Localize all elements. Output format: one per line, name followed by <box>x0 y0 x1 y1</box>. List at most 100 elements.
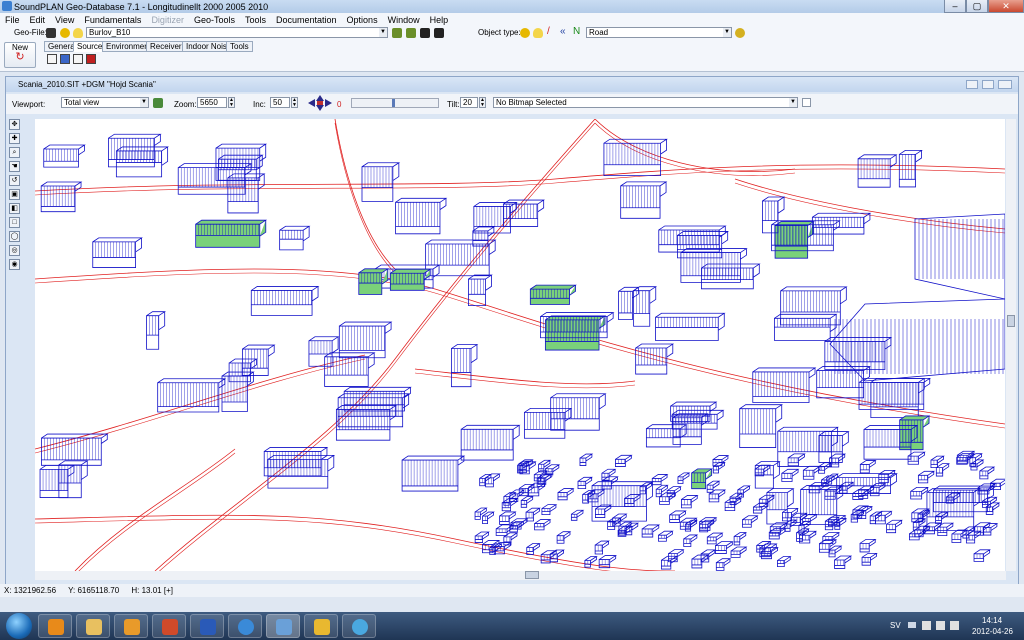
menu-documentation[interactable]: Documentation <box>271 15 342 25</box>
gear-icon[interactable] <box>735 28 745 38</box>
hand-icon[interactable]: ☚ <box>9 161 20 172</box>
menu-window[interactable]: Window <box>383 15 425 25</box>
vertical-scroll-thumb[interactable] <box>1007 315 1015 327</box>
building-outline <box>587 489 606 503</box>
tilt-input[interactable]: 20 <box>460 97 478 108</box>
tray-network-icon[interactable] <box>922 621 931 630</box>
language-indicator[interactable]: SV <box>890 621 901 630</box>
taskbar-media-player[interactable] <box>38 614 72 638</box>
building-outline <box>482 511 495 524</box>
taskbar-explorer[interactable] <box>76 614 110 638</box>
rotate-icon[interactable]: ↺ <box>9 175 20 186</box>
save-as-icon[interactable] <box>434 28 444 38</box>
menu-edit[interactable]: Edit <box>25 15 51 25</box>
building-outline <box>811 212 872 235</box>
building-outline <box>930 455 945 469</box>
line-source-tool-icon[interactable] <box>60 54 70 64</box>
building-outline <box>639 482 653 495</box>
doc-restore-button[interactable] <box>982 80 994 89</box>
select-icon[interactable]: ◧ <box>9 203 20 214</box>
taskbar-soundplan-geodb[interactable] <box>266 614 300 638</box>
taskbar-soundplan-manager[interactable] <box>304 614 338 638</box>
taskbar-outlook[interactable] <box>114 614 148 638</box>
tray-flag-icon[interactable] <box>950 621 959 630</box>
doc-minimize-button[interactable] <box>966 80 978 89</box>
tilt-spinner[interactable]: ▲ ▼ <box>479 97 486 108</box>
viewport-value: Total view <box>64 98 100 107</box>
pan-icon[interactable]: ✚ <box>9 133 20 144</box>
building-outline <box>594 540 610 555</box>
line-red-icon[interactable]: / <box>547 26 550 37</box>
polyline-green-icon[interactable]: N <box>573 26 580 37</box>
point-source-tool-icon[interactable] <box>47 54 57 64</box>
road-tool-icon[interactable] <box>86 54 96 64</box>
sun-icon[interactable] <box>520 28 530 38</box>
objecttype-select[interactable]: Road ▼ <box>586 27 732 38</box>
inc-spinner[interactable]: ▲ ▼ <box>291 97 298 108</box>
menu-geo-tools[interactable]: Geo-Tools <box>189 15 240 25</box>
menu-tools[interactable]: Tools <box>240 15 271 25</box>
doc-close-button[interactable] <box>998 80 1012 89</box>
menu-view[interactable]: View <box>50 15 79 25</box>
menu-file[interactable]: File <box>0 15 25 25</box>
building-outline <box>279 225 311 251</box>
clock-time[interactable]: 14:14 <box>982 616 1002 625</box>
maximize-button[interactable]: ▢ <box>966 0 988 13</box>
viewport-select[interactable]: Total view ▼ <box>61 97 149 108</box>
zoom-input[interactable]: 5650 <box>197 97 227 108</box>
navigation-arrows-icon[interactable] <box>306 95 334 111</box>
area-source-tool-icon[interactable] <box>73 54 83 64</box>
open-file-icon[interactable] <box>392 28 402 38</box>
lightbulb-icon[interactable] <box>73 28 83 38</box>
minimize-button[interactable]: ‒ <box>944 0 966 13</box>
road-line <box>734 178 1005 230</box>
save-icon[interactable] <box>420 28 430 38</box>
record-icon[interactable]: ◉ <box>9 259 20 270</box>
vertical-scrollbar[interactable] <box>1006 119 1016 571</box>
menu-help[interactable]: Help <box>425 15 454 25</box>
zoom-icon[interactable]: ⌕ <box>9 147 20 158</box>
taskbar <box>0 612 1024 640</box>
sun-icon[interactable] <box>60 28 70 38</box>
target-icon[interactable]: ◎ <box>9 245 20 256</box>
bitmap-checkbox[interactable] <box>802 98 811 107</box>
inc-input[interactable]: 50 <box>270 97 290 108</box>
lock-icon[interactable] <box>46 28 56 38</box>
taskbar-word[interactable] <box>190 614 224 638</box>
angle-slider-thumb[interactable] <box>392 99 395 107</box>
bitmap-select[interactable]: No Bitmap Selected ▼ <box>493 97 798 108</box>
horizontal-scrollbar[interactable] <box>35 571 1006 580</box>
horizontal-scroll-thumb[interactable] <box>525 571 539 579</box>
taskbar-powerpoint[interactable] <box>152 614 186 638</box>
viewport-add-icon[interactable] <box>153 98 163 108</box>
double-chevron-left-icon[interactable]: « <box>560 26 566 37</box>
rectangle-icon[interactable]: □ <box>9 217 20 228</box>
window-title: SoundPLAN Geo-Database 7.1 - Longitudine… <box>14 1 269 12</box>
menu-options[interactable]: Options <box>342 15 383 25</box>
angle-slider[interactable] <box>351 98 439 108</box>
open-folder-icon[interactable] <box>406 28 416 38</box>
inc-label: Inc: <box>253 100 266 109</box>
road-line <box>35 168 1005 196</box>
zoom-label: Zoom: <box>174 100 197 109</box>
tab-tools[interactable]: Tools <box>226 41 253 52</box>
tray-expand-icon[interactable] <box>908 622 916 628</box>
refresh-icon: ↻ <box>15 51 25 63</box>
map-viewport[interactable] <box>35 119 1005 571</box>
lightbulb-icon[interactable] <box>533 28 543 38</box>
geofile-select[interactable]: Burlov_B10 ▼ <box>86 27 388 38</box>
zoom-spinner[interactable]: ▲ ▼ <box>228 97 235 108</box>
menu-digitizer[interactable]: Digitizer <box>146 15 189 25</box>
camera-icon[interactable]: ▣ <box>9 189 20 200</box>
move-icon[interactable]: ✥ <box>9 119 20 130</box>
circle-icon[interactable]: ◯ <box>9 231 20 242</box>
close-button[interactable]: ✕ <box>988 0 1024 13</box>
tray-volume-icon[interactable] <box>936 621 945 630</box>
start-button[interactable] <box>2 612 36 640</box>
new-button[interactable]: New ↻ <box>4 42 36 68</box>
taskbar-ie[interactable] <box>228 614 262 638</box>
building-outline <box>979 466 996 480</box>
taskbar-search-app[interactable] <box>342 614 376 638</box>
menu-fundamentals[interactable]: Fundamentals <box>79 15 146 25</box>
clock-date[interactable]: 2012-04-26 <box>972 627 1013 636</box>
